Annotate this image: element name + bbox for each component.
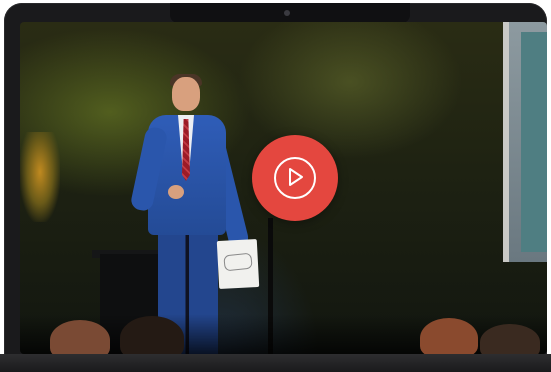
audience-head <box>420 318 478 354</box>
audience-head <box>120 316 184 354</box>
presenter-head <box>172 77 200 111</box>
presenter-hand <box>168 185 184 199</box>
stage-decor <box>20 132 60 222</box>
camera-icon <box>284 10 290 16</box>
audience-head <box>480 324 540 354</box>
audience <box>20 314 547 354</box>
notes-scribble <box>223 252 253 272</box>
presenter <box>129 74 260 354</box>
play-icon <box>289 168 303 186</box>
laptop-notch <box>170 3 410 23</box>
audience-head <box>50 320 110 354</box>
video-player[interactable] <box>20 22 547 354</box>
laptop-base <box>0 354 551 372</box>
stage-screen-content <box>521 32 547 252</box>
play-button[interactable] <box>252 135 338 221</box>
stage-screen <box>503 22 547 262</box>
